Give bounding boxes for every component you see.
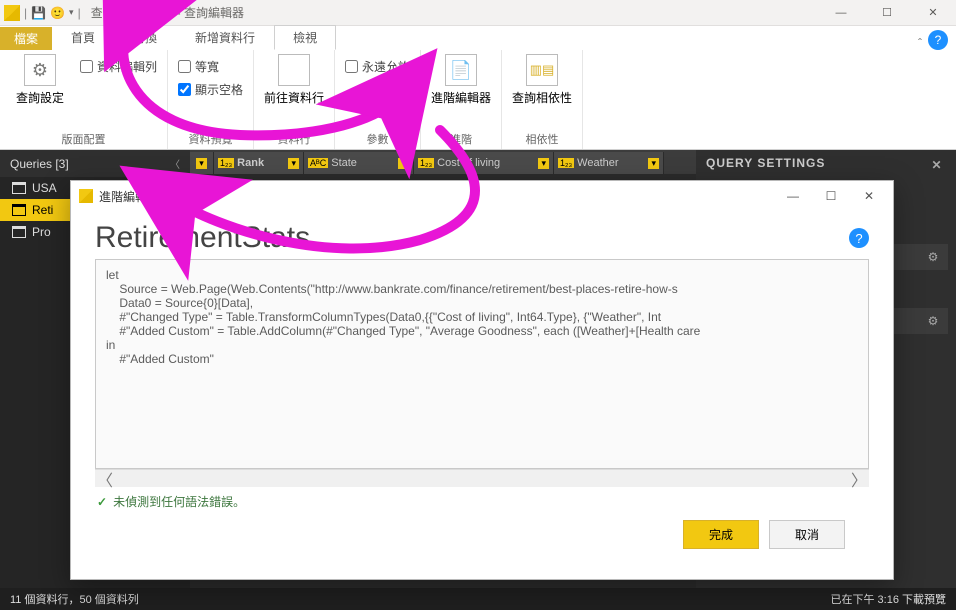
done-button[interactable]: 完成 [683, 520, 759, 549]
group-advanced-caption: 進階 [431, 129, 491, 147]
status-left: 11 個資料行，50 個資料列 [10, 591, 139, 607]
group-layout: 查詢設定 資料編輯列 版面配置 [0, 50, 168, 149]
query-dependencies-label: 查詢相依性 [512, 89, 572, 106]
quick-access-toolbar: | 💾 🙂 ▾ | [0, 5, 85, 21]
close-button[interactable]: ✕ [910, 0, 956, 26]
advanced-editor-label: 進階編輯器 [431, 89, 491, 106]
dialog-minimize-button[interactable]: — [777, 189, 809, 203]
file-tab[interactable]: 檔案 [0, 27, 52, 50]
group-dependencies-caption: 相依性 [512, 129, 572, 147]
ribbon-collapse-icon[interactable]: ˆ [918, 36, 922, 50]
dialog-title: 進階編輯器 [99, 188, 159, 205]
group-preview: 等寬 顯示空格 資料預覽 [168, 50, 254, 149]
row-index-header[interactable]: ▾ [190, 152, 214, 174]
tab-view[interactable]: 檢視 [274, 25, 336, 50]
query-settings-button[interactable]: 查詢設定 [10, 54, 70, 106]
cancel-button[interactable]: 取消 [769, 520, 845, 549]
group-preview-caption: 資料預覽 [178, 129, 243, 147]
minimize-button[interactable]: — [818, 0, 864, 26]
gear-icon [24, 54, 56, 86]
table-icon [12, 226, 26, 238]
close-icon[interactable]: ✕ [928, 156, 946, 174]
queries-header-label: Queries [3] [10, 157, 69, 171]
tab-add-column[interactable]: 新增資料行 [176, 25, 274, 50]
chk-formula-bar[interactable]: 資料編輯列 [80, 58, 157, 75]
chk-always-allow[interactable]: 永遠允許 [345, 58, 410, 75]
group-dependencies: 查詢相依性 相依性 [502, 50, 583, 149]
chk-monospace[interactable]: 等寬 [178, 58, 243, 75]
dialog-footer: 完成 取消 [95, 520, 869, 565]
title-bar: | 💾 🙂 ▾ | 查詢工作 - 完成 - 查詢編輯器 — ☐ ✕ [0, 0, 956, 26]
help-icon[interactable]: ? [849, 228, 869, 248]
window-buttons: — ☐ ✕ [818, 0, 956, 26]
app-icon [79, 189, 93, 203]
column-header-weather[interactable]: 1₂₃Weather▾ [554, 152, 664, 174]
check-icon: ✓ [97, 495, 107, 509]
grid-icon [278, 54, 310, 86]
group-columns: 前往資料行 資料行 [254, 50, 335, 149]
gear-icon: ⚙ [924, 312, 942, 330]
qat-sep2: | [78, 6, 81, 20]
dialog-titlebar: 進階編輯器 — ☐ ✕ [71, 181, 893, 211]
settings-header: QUERY SETTINGS ✕ [696, 150, 956, 180]
query-dependencies-button[interactable]: 查詢相依性 [512, 54, 572, 106]
table-icon [12, 204, 26, 216]
maximize-button[interactable]: ☐ [864, 0, 910, 26]
query-settings-label: 查詢設定 [16, 89, 64, 106]
group-advanced: 進階編輯器 進階 [421, 50, 502, 149]
qat-sep: | [24, 6, 27, 20]
group-params-caption: 參數 [345, 129, 410, 147]
goto-column-button[interactable]: 前往資料行 [264, 54, 324, 106]
column-header-rank[interactable]: 1₂₃Rank▾ [214, 152, 304, 174]
code-editor[interactable]: let Source = Web.Page(Web.Contents("http… [95, 259, 869, 469]
advanced-editor-dialog: 進階編輯器 — ☐ ✕ RetirementStats ? let Source… [70, 180, 894, 580]
queries-header[interactable]: Queries [3] 〈 [0, 150, 190, 177]
goto-column-label: 前往資料行 [264, 89, 324, 106]
status-right: 已在下午 3:16 下載預覽 [830, 591, 946, 607]
document-icon [445, 54, 477, 86]
tab-transform[interactable]: 轉換 [114, 25, 176, 50]
settings-title: QUERY SETTINGS [706, 156, 825, 174]
save-icon[interactable]: 💾 [31, 6, 46, 20]
syntax-status-text: 未偵測到任何語法錯誤。 [113, 493, 245, 510]
horizontal-scrollbar[interactable]: 〈〉 [95, 469, 869, 487]
dialog-heading-text: RetirementStats [95, 221, 310, 255]
ribbon: 查詢設定 資料編輯列 版面配置 等寬 顯示空格 資料預覽 前往資料行 資料行 [0, 50, 956, 150]
window-title: 查詢工作 - 完成 - 查詢編輯器 [85, 4, 818, 21]
dependencies-icon [526, 54, 558, 86]
qat-dropdown-icon[interactable]: ▾ [69, 7, 74, 18]
dialog-close-button[interactable]: ✕ [853, 189, 885, 203]
app-icon [4, 5, 20, 21]
chevron-left-icon: 〈 [170, 156, 180, 171]
smile-icon[interactable]: 🙂 [50, 6, 65, 20]
group-params: 永遠允許 參數 [335, 50, 421, 149]
ribbon-tabs: 檔案 首頁 轉換 新增資料行 檢視 ˆ ? [0, 26, 956, 50]
column-header-state[interactable]: AᴮCState▾ [304, 152, 414, 174]
gear-icon: ⚙ [924, 248, 942, 266]
group-layout-caption: 版面配置 [10, 129, 157, 147]
dialog-heading: RetirementStats ? [95, 221, 869, 255]
chk-show-space[interactable]: 顯示空格 [178, 81, 243, 98]
status-bar: 11 個資料行，50 個資料列 已在下午 3:16 下載預覽 [0, 588, 956, 610]
group-columns-caption: 資料行 [264, 129, 324, 147]
advanced-editor-button[interactable]: 進階編輯器 [431, 54, 491, 106]
column-header-cost[interactable]: 1₂₃Cost of living▾ [414, 152, 554, 174]
tab-home[interactable]: 首頁 [52, 25, 114, 50]
code-content: let Source = Web.Page(Web.Contents("http… [106, 268, 700, 366]
dialog-maximize-button[interactable]: ☐ [815, 189, 847, 203]
syntax-status: ✓ 未偵測到任何語法錯誤。 [95, 487, 869, 520]
help-icon[interactable]: ? [928, 30, 948, 50]
table-icon [12, 182, 26, 194]
